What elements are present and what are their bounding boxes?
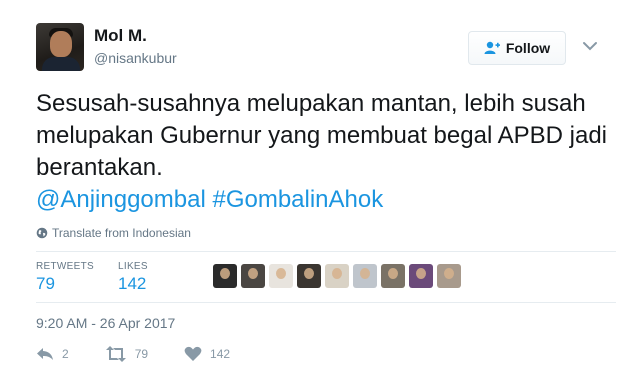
like-button[interactable]: 142 — [184, 346, 230, 362]
chevron-down-icon[interactable] — [582, 40, 598, 52]
reply-button[interactable]: 2 — [36, 346, 69, 362]
retweets-value: 79 — [36, 274, 55, 293]
follow-button[interactable]: Follow — [468, 31, 566, 65]
tweet-body: Sesusah-susahnya melupakan mantan, lebih… — [36, 90, 608, 181]
likes-stat[interactable]: LIKES 142 — [118, 261, 148, 294]
globe-icon — [36, 227, 48, 239]
liker-avatar[interactable] — [213, 264, 237, 288]
liker-avatars — [213, 264, 461, 288]
mention-link[interactable]: @Anjinggombal — [36, 186, 206, 213]
liker-avatar[interactable] — [353, 264, 377, 288]
author-name[interactable]: Mol M. — [94, 26, 147, 46]
retweets-stat[interactable]: RETWEETS 79 — [36, 261, 94, 294]
liker-avatar[interactable] — [325, 264, 349, 288]
retweets-label: RETWEETS — [36, 261, 94, 272]
retweet-count: 79 — [134, 347, 149, 361]
follow-button-label: Follow — [505, 40, 551, 56]
liker-avatar[interactable] — [409, 264, 433, 288]
author-handle[interactable]: @nisankubur — [94, 50, 177, 66]
heart-icon — [184, 346, 202, 362]
liker-avatar[interactable] — [297, 264, 321, 288]
tweet-text: Sesusah-susahnya melupakan mantan, lebih… — [36, 88, 616, 216]
liker-avatar[interactable] — [269, 264, 293, 288]
retweet-button[interactable]: 79 — [105, 346, 148, 362]
likes-value: 142 — [118, 274, 147, 293]
avatar[interactable] — [36, 23, 84, 71]
reply-icon — [36, 346, 54, 362]
divider-top — [36, 251, 616, 252]
tweet-actions: 2 79 142 — [36, 346, 266, 362]
retweet-icon — [105, 346, 127, 362]
translate-label: Translate from Indonesian — [52, 226, 191, 240]
divider-bottom — [36, 302, 616, 303]
liker-avatar[interactable] — [241, 264, 265, 288]
timestamp[interactable]: 9:20 AM - 26 Apr 2017 — [36, 315, 175, 331]
liker-avatar[interactable] — [381, 264, 405, 288]
like-count: 142 — [210, 347, 231, 361]
hashtag-link[interactable]: #GombalinAhok — [212, 186, 383, 213]
follow-user-icon — [484, 41, 500, 55]
reply-count: 2 — [62, 347, 69, 361]
likes-label: LIKES — [118, 261, 148, 272]
liker-avatar[interactable] — [437, 264, 461, 288]
translate-link[interactable]: Translate from Indonesian — [36, 226, 191, 240]
